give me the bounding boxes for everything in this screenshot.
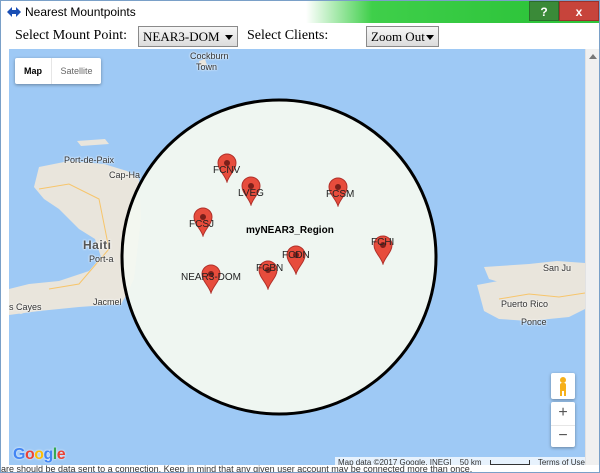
map-type-control: Map Satellite bbox=[15, 58, 101, 84]
chevron-down-icon bbox=[225, 35, 233, 40]
place-label: Cockburn bbox=[190, 51, 229, 61]
app-icon bbox=[7, 7, 21, 17]
zoom-in-button[interactable]: + bbox=[551, 402, 575, 424]
place-label: Jacmel bbox=[93, 297, 122, 307]
logo-letter: o bbox=[34, 446, 44, 463]
map-marker-label: FCBN bbox=[256, 263, 284, 274]
place-label: Port-a bbox=[89, 254, 114, 264]
map-type-map-button[interactable]: Map bbox=[15, 58, 51, 84]
map-type-satellite-button[interactable]: Satellite bbox=[51, 58, 101, 84]
google-logo: Google bbox=[13, 446, 66, 464]
place-label: Town bbox=[196, 62, 218, 72]
place-label: s Cayes bbox=[9, 302, 42, 312]
title-bar-highlight bbox=[306, 1, 526, 23]
logo-letter: G bbox=[13, 446, 25, 463]
title-bar: Nearest Mountpoints ? x bbox=[1, 1, 599, 23]
footer-text: are should be data sent to a connection.… bbox=[1, 465, 599, 472]
logo-letter: o bbox=[24, 446, 35, 463]
region-label: myNEAR3_Region bbox=[246, 225, 334, 236]
map-marker-label: FCDN bbox=[282, 250, 310, 261]
place-label-country: Haiti bbox=[83, 238, 112, 252]
map-marker-label: FCNV bbox=[213, 165, 241, 176]
toolbar: Select Mount Point: NEAR3-DOM Select Cli… bbox=[1, 23, 599, 49]
app-window: Nearest Mountpoints ? x Select Mount Poi… bbox=[0, 0, 600, 473]
window-title: Nearest Mountpoints bbox=[25, 5, 136, 19]
zoom-out-button[interactable]: − bbox=[551, 425, 575, 447]
scroll-up-icon[interactable] bbox=[589, 54, 597, 59]
map-marker-label: NEAR3-DOM bbox=[181, 272, 242, 283]
clients-label: Select Clients: bbox=[247, 28, 329, 43]
chevron-down-icon bbox=[426, 35, 434, 40]
mount-point-label: Select Mount Point: bbox=[15, 28, 127, 43]
place-label: Port-de-Paix bbox=[64, 155, 115, 165]
map-marker-label: LVEG bbox=[238, 188, 264, 199]
map-view[interactable]: Map Satellite Cockburn Town Port-de-Paix… bbox=[9, 49, 585, 469]
help-button[interactable]: ? bbox=[529, 1, 559, 21]
street-view-button[interactable] bbox=[551, 373, 575, 399]
place-label: Puerto Rico bbox=[501, 299, 549, 309]
map-marker-label: FCSM bbox=[326, 189, 355, 200]
place-label: Ponce bbox=[521, 317, 547, 327]
map-marker-label: FCSJ bbox=[189, 219, 214, 230]
pegman-icon bbox=[560, 377, 566, 396]
map-marker-label: FCHI bbox=[371, 237, 395, 248]
close-button[interactable]: x bbox=[559, 1, 599, 21]
logo-letter: g bbox=[43, 446, 54, 463]
place-label: Cap-Ha bbox=[109, 170, 141, 180]
zoom-control: + − bbox=[551, 402, 575, 447]
vertical-scrollbar[interactable] bbox=[585, 49, 599, 469]
clients-select[interactable]: Zoom Out bbox=[366, 26, 439, 47]
mount-point-select[interactable]: NEAR3-DOM bbox=[138, 26, 238, 47]
clients-value: Zoom Out bbox=[371, 29, 425, 44]
logo-letter: e bbox=[56, 446, 66, 463]
mount-point-value: NEAR3-DOM bbox=[143, 29, 220, 44]
place-label: San Ju bbox=[543, 263, 572, 273]
